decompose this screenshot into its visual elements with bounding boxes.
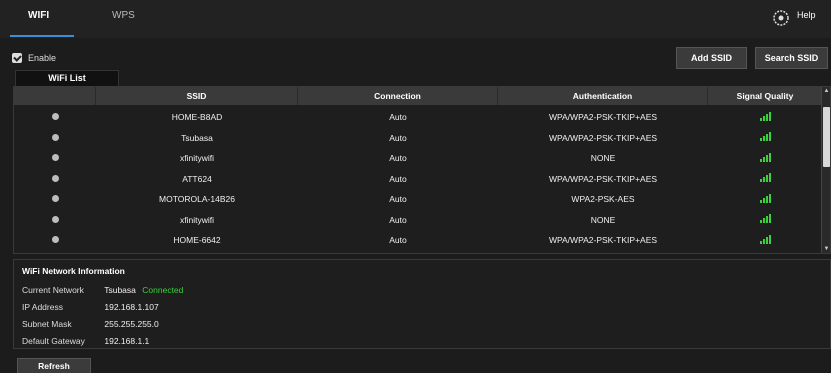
connection-cell: Auto — [389, 132, 407, 143]
default-gateway-label: Default Gateway — [22, 336, 85, 346]
enable-toggle[interactable]: Enable — [12, 53, 56, 63]
current-network-value: Tsubasa — [104, 285, 136, 295]
tab-wifi[interactable]: WIFI — [28, 10, 49, 21]
signal-bars-icon — [759, 111, 771, 121]
table-row[interactable]: HOME-6642 Auto WPA/WPA2-PSK-TKIP+AES — [14, 230, 822, 251]
table-scrollbar[interactable]: ▲ ▼ — [821, 87, 830, 253]
table-row[interactable]: HOME-B8AD Auto WPA/WPA2-PSK-TKIP+AES — [14, 107, 822, 128]
auth-cell: NONE — [590, 214, 616, 225]
select-radio[interactable] — [51, 154, 59, 162]
ip-address-value: 192.168.1.107 — [104, 302, 159, 312]
auth-cell: WPA/WPA2-PSK-TKIP+AES — [548, 173, 658, 184]
ssid-cell: Tsubasa — [181, 132, 213, 143]
info-title: WiFi Network Information — [22, 266, 125, 276]
active-tab-indicator — [10, 35, 74, 37]
help-label: Help — [797, 10, 816, 20]
wifi-list-table: SSID Connection Authentication Signal Qu… — [13, 86, 831, 254]
auth-cell: WPA2-PSK-AES — [571, 194, 635, 205]
search-ssid-button[interactable]: Search SSID — [755, 47, 828, 69]
connection-status: Connected — [142, 285, 184, 295]
connection-cell: Auto — [389, 112, 407, 123]
ssid-cell: ATT624 — [182, 173, 212, 184]
table-row[interactable]: ATT624 Auto WPA/WPA2-PSK-TKIP+AES — [14, 169, 822, 190]
select-radio[interactable] — [51, 133, 59, 141]
subnet-mask-value: 255.255.255.0 — [104, 319, 159, 329]
current-network-label: Current Network — [22, 285, 84, 295]
signal-bars-icon — [759, 193, 771, 203]
auth-cell: WPA/WPA2-PSK-TKIP+AES — [548, 112, 658, 123]
connection-cell: Auto — [389, 153, 407, 164]
select-radio[interactable] — [51, 215, 59, 223]
ip-address-row: IP Address 192.168.1.107 — [22, 302, 159, 312]
help-icon — [773, 10, 789, 26]
table-header: SSID Connection Authentication Signal Qu… — [14, 87, 822, 105]
scroll-down-icon[interactable]: ▼ — [823, 245, 830, 253]
scroll-up-icon[interactable]: ▲ — [823, 87, 830, 95]
signal-bars-icon — [759, 214, 771, 224]
add-ssid-button[interactable]: Add SSID — [676, 47, 747, 69]
help-button[interactable]: Help — [771, 8, 823, 38]
subnet-mask-row: Subnet Mask 255.255.255.0 — [22, 319, 159, 329]
refresh-button[interactable]: Refresh — [17, 358, 91, 373]
scroll-thumb[interactable] — [823, 107, 830, 167]
auth-cell: WPA/WPA2-PSK-TKIP+AES — [548, 132, 658, 143]
enable-label: Enable — [28, 53, 57, 63]
auth-cell: WPA/WPA2-PSK-TKIP+AES — [548, 235, 658, 246]
connection-cell: Auto — [389, 194, 407, 205]
ssid-cell: MOTOROLA-14B26 — [159, 194, 235, 205]
select-radio[interactable] — [51, 174, 59, 182]
signal-bars-icon — [759, 173, 771, 183]
signal-bars-icon — [759, 152, 771, 162]
subnet-mask-label: Subnet Mask — [22, 319, 72, 329]
enable-checkbox[interactable] — [12, 53, 22, 63]
col-header-connection: Connection — [298, 87, 498, 105]
connection-cell: Auto — [389, 173, 407, 184]
tab-wifi-list[interactable]: WiFi List — [15, 70, 119, 86]
table-row[interactable]: MOTOROLA-14B26 Auto WPA2-PSK-AES — [14, 189, 822, 210]
table-row[interactable]: Tsubasa Auto WPA/WPA2-PSK-TKIP+AES — [14, 128, 822, 149]
signal-bars-icon — [759, 132, 771, 142]
default-gateway-value: 192.168.1.1 — [104, 336, 150, 346]
ssid-cell: HOME-B8AD — [171, 112, 223, 123]
table-row[interactable]: xfinitywifi Auto NONE — [14, 210, 822, 231]
current-network-row: Current Network Tsubasa Connected — [22, 285, 183, 295]
auth-cell: NONE — [590, 153, 616, 164]
default-gateway-row: Default Gateway 192.168.1.1 — [22, 336, 149, 346]
connection-cell: Auto — [389, 235, 407, 246]
top-tab-bar: WIFI WPS Help — [0, 0, 831, 38]
table-row[interactable]: xfinitywifi Auto NONE — [14, 148, 822, 169]
ip-address-label: IP Address — [22, 302, 63, 312]
wifi-network-info-panel: WiFi Network Information Current Network… — [13, 259, 831, 349]
signal-bars-icon — [759, 234, 771, 244]
col-header-signal-quality: Signal Quality — [736, 91, 794, 101]
table-body: HOME-B8AD Auto WPA/WPA2-PSK-TKIP+AES Tsu… — [14, 107, 822, 251]
col-header-ssid: SSID — [96, 87, 298, 105]
col-header-select — [14, 87, 96, 105]
select-radio[interactable] — [51, 195, 59, 203]
ssid-cell: xfinitywifi — [179, 214, 214, 225]
select-radio[interactable] — [51, 113, 59, 121]
ssid-cell: HOME-6642 — [173, 235, 221, 246]
tab-wps[interactable]: WPS — [112, 10, 135, 21]
select-radio[interactable] — [51, 236, 59, 244]
ssid-cell: xfinitywifi — [179, 153, 214, 164]
col-header-authentication: Authentication — [498, 87, 708, 105]
connection-cell: Auto — [389, 214, 407, 225]
